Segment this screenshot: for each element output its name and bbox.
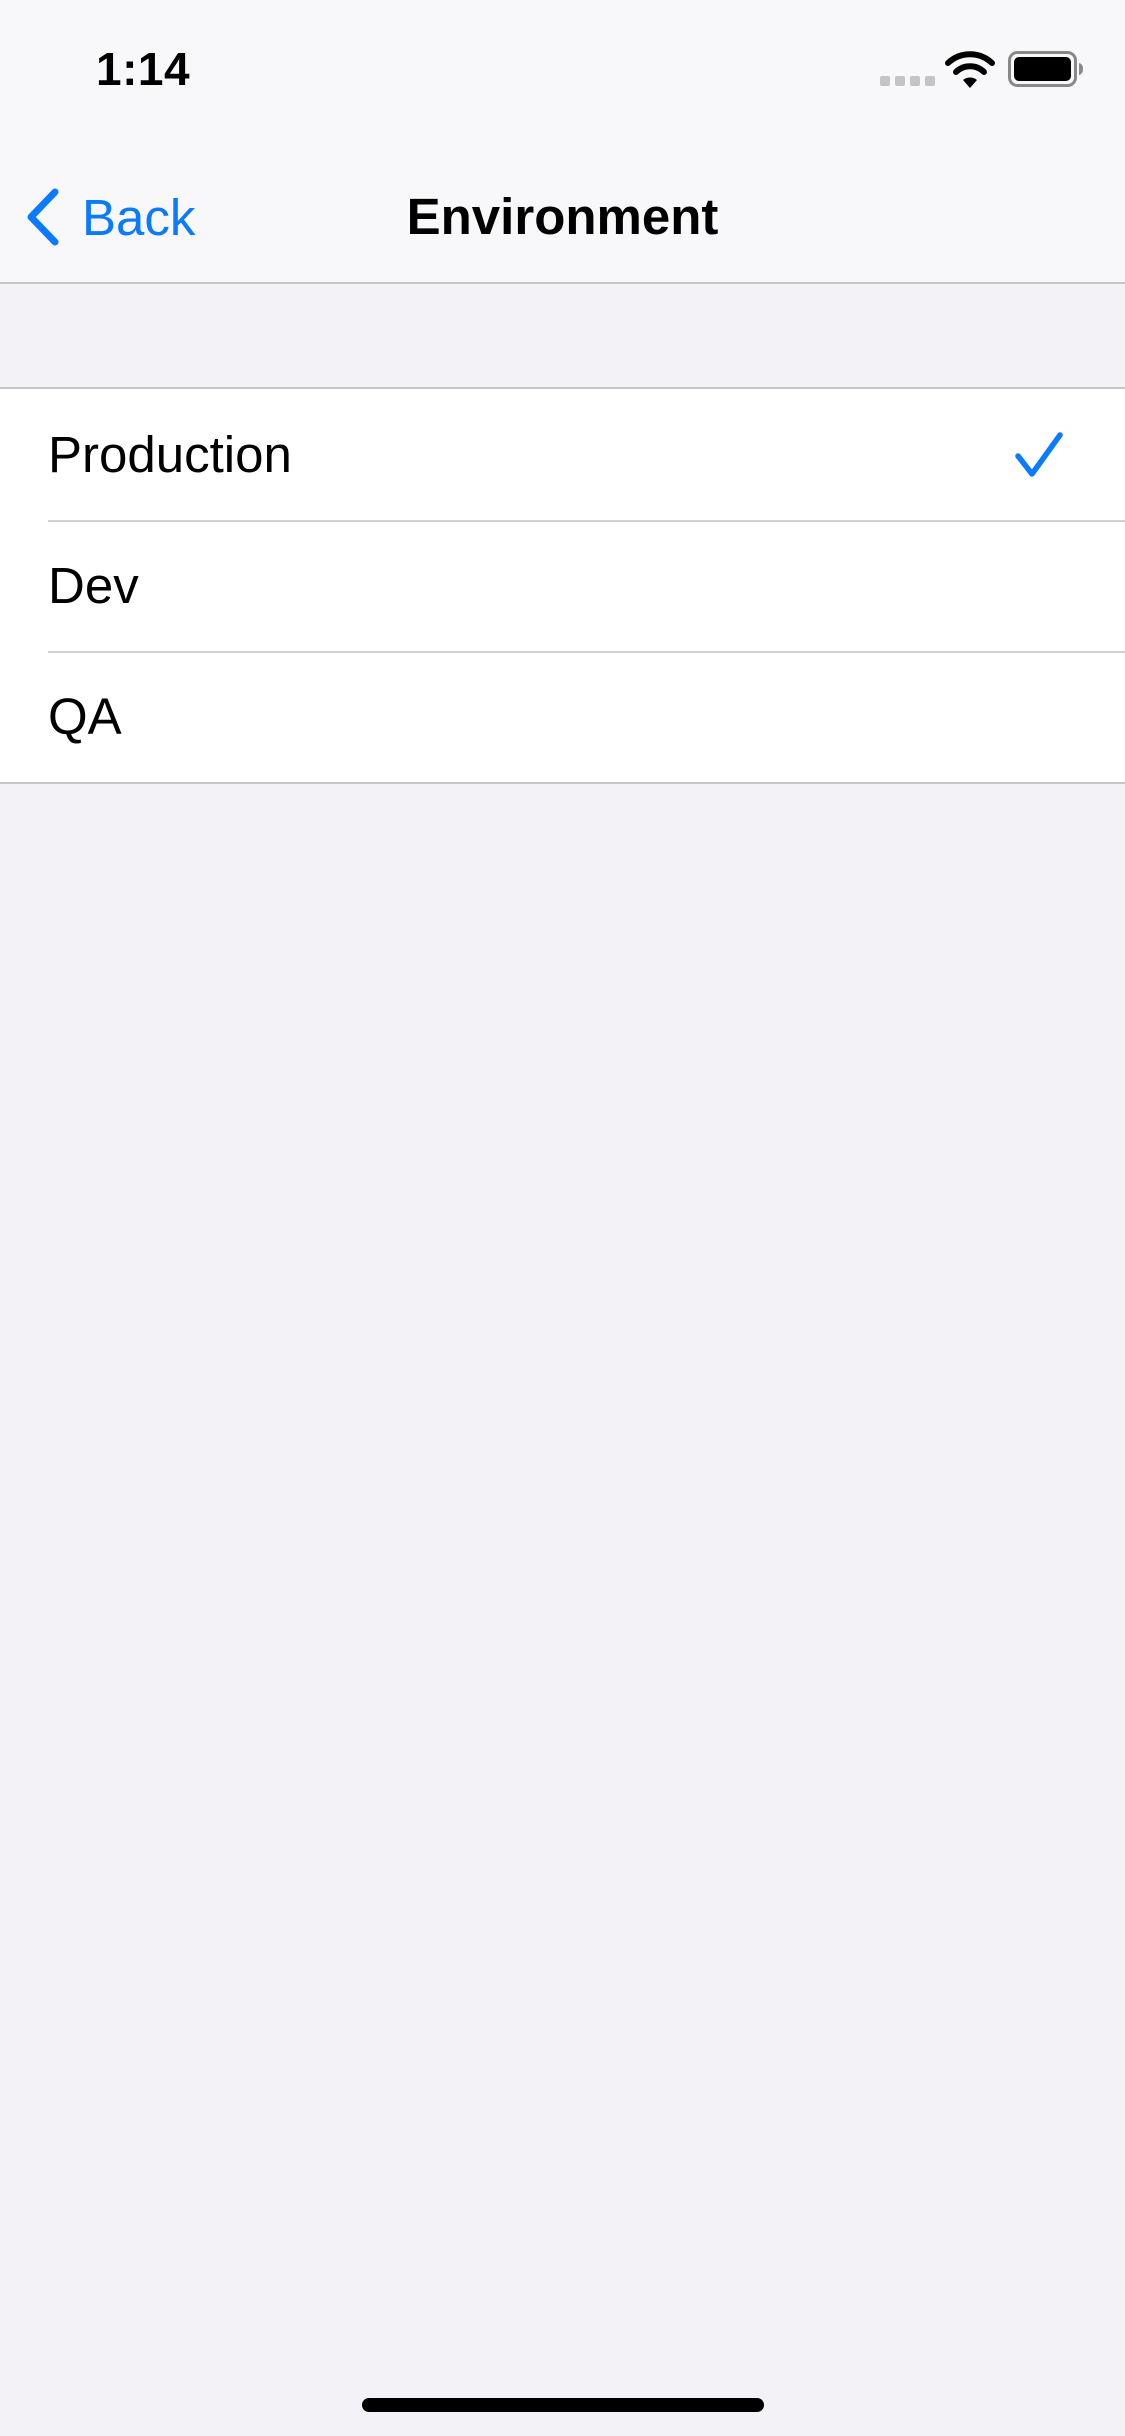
- list-item-label: QA: [48, 688, 122, 745]
- battery-icon: [1008, 51, 1083, 87]
- list-item-production[interactable]: Production: [0, 389, 1125, 520]
- home-indicator: [362, 2398, 764, 2412]
- status-time: 1:14: [96, 43, 191, 95]
- environment-list: Production Dev QA: [0, 387, 1125, 784]
- signal-icon: [880, 76, 935, 86]
- checkmark-icon: [1015, 432, 1063, 477]
- list-item-dev[interactable]: Dev: [0, 520, 1125, 651]
- list-item-label: Production: [48, 426, 292, 483]
- status-bar: 1:14: [0, 0, 1125, 132]
- list-item-qa[interactable]: QA: [0, 651, 1125, 782]
- page-title: Environment: [406, 188, 719, 245]
- navigation-bar: Back Environment: [0, 132, 1125, 284]
- wifi-icon: [945, 51, 995, 88]
- list-item-label: Dev: [48, 557, 139, 614]
